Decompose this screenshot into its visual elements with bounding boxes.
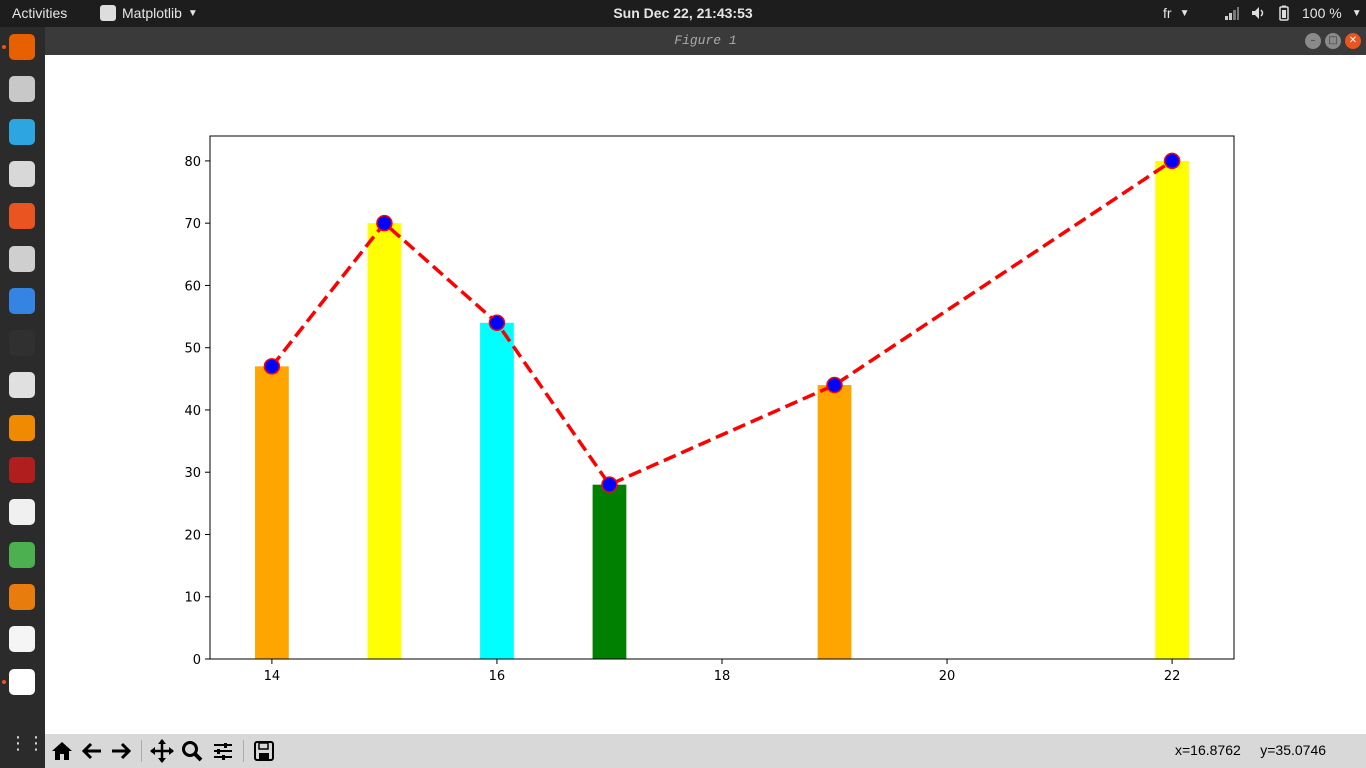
forward-button[interactable] bbox=[108, 738, 134, 764]
save-button[interactable] bbox=[251, 738, 277, 764]
bar-19 bbox=[817, 385, 852, 659]
y-tick-label: 60 bbox=[184, 279, 201, 294]
activities-button[interactable]: Activities bbox=[12, 5, 67, 21]
x-tick-label: 18 bbox=[714, 669, 731, 684]
y-tick-label: 0 bbox=[193, 653, 201, 668]
configure-icon bbox=[214, 743, 232, 760]
battery-percentage: 100 % bbox=[1302, 5, 1342, 21]
volume-icon bbox=[1252, 7, 1264, 19]
configure-subplots-button[interactable] bbox=[210, 738, 236, 764]
y-tick-label: 20 bbox=[184, 528, 201, 543]
show-apps-icon[interactable]: ⋮⋮ bbox=[9, 733, 45, 759]
media-icon[interactable] bbox=[9, 457, 35, 483]
line-point-19 bbox=[826, 376, 843, 394]
x-tick-label: 14 bbox=[264, 669, 281, 684]
x-tick-label: 22 bbox=[1164, 669, 1181, 684]
maximize-button[interactable]: □ bbox=[1325, 33, 1341, 49]
pan-icon bbox=[150, 739, 174, 763]
series-line bbox=[270, 159, 1174, 487]
app-menu-label: Matplotlib bbox=[122, 5, 182, 21]
top-bar: Activities Matplotlib ▼ Sun Dec 22, 21:4… bbox=[0, 0, 1366, 27]
back-icon bbox=[81, 742, 101, 760]
terminal-settings-icon[interactable] bbox=[9, 245, 35, 272]
chevron-down-icon: ▼ bbox=[187, 7, 198, 19]
y-tick-label: 10 bbox=[184, 591, 201, 606]
help-icon[interactable] bbox=[9, 287, 35, 314]
matplotlib-icon[interactable] bbox=[9, 668, 35, 695]
firefox-icon[interactable] bbox=[9, 34, 35, 60]
cursor-x: x=16.8762 bbox=[1175, 742, 1241, 758]
toolbar-separator bbox=[243, 740, 244, 762]
battery-icon bbox=[1279, 5, 1289, 21]
save-icon bbox=[254, 741, 274, 761]
cursor-y: y=35.0746 bbox=[1260, 742, 1327, 758]
clock[interactable]: Sun Dec 22, 21:43:53 bbox=[613, 5, 752, 21]
window-titlebar[interactable]: Figure 1 – □ ✕ bbox=[45, 27, 1366, 55]
language-menu[interactable]: fr ▼ bbox=[1163, 5, 1189, 21]
line-point-16 bbox=[488, 314, 506, 332]
back-button[interactable] bbox=[79, 738, 105, 764]
bar-17 bbox=[592, 484, 627, 659]
blender-icon[interactable] bbox=[9, 583, 35, 610]
vlc-icon[interactable] bbox=[9, 414, 35, 441]
text-editor-icon[interactable] bbox=[9, 626, 35, 653]
clock-container: Sun Dec 22, 21:43:53 bbox=[0, 5, 1366, 21]
home-button[interactable] bbox=[49, 738, 75, 764]
forward-icon bbox=[112, 742, 132, 760]
app-menu[interactable]: Matplotlib ▼ bbox=[100, 5, 198, 21]
line-point-22 bbox=[1163, 152, 1181, 170]
home-icon bbox=[52, 742, 72, 760]
window-title: Figure 1 bbox=[674, 33, 737, 48]
running-indicator bbox=[2, 45, 6, 49]
figure-canvas[interactable]: 0 10 20 30 40 50 60 70 80 14 16 18 20 22 bbox=[45, 55, 1366, 734]
chevron-down-icon: ▼ bbox=[1179, 7, 1190, 19]
pan-button[interactable] bbox=[149, 738, 175, 764]
y-tick-label: 40 bbox=[184, 404, 201, 419]
bar-16 bbox=[480, 322, 514, 659]
software-center-icon[interactable] bbox=[9, 203, 35, 230]
y-tick-label: 80 bbox=[184, 155, 201, 170]
terminal-icon[interactable] bbox=[9, 330, 35, 357]
line-point-17 bbox=[601, 476, 618, 493]
zoom-button[interactable] bbox=[179, 738, 205, 764]
colors-icon[interactable] bbox=[9, 541, 35, 568]
apps-icon[interactable] bbox=[9, 372, 35, 399]
bar-22 bbox=[1155, 160, 1189, 659]
navigation-toolbar: x=16.8762 y=35.0746 bbox=[45, 734, 1366, 768]
dock: ⋮⋮ bbox=[0, 27, 45, 768]
x-tick-label: 16 bbox=[489, 669, 506, 684]
language-label: fr bbox=[1163, 5, 1172, 21]
bar-14 bbox=[255, 366, 289, 659]
matplotlib-app-icon bbox=[100, 5, 116, 21]
line-point-15 bbox=[376, 214, 393, 232]
close-button[interactable]: ✕ bbox=[1345, 33, 1361, 49]
system-tray[interactable]: 100 % ▼ bbox=[1224, 5, 1362, 21]
chevron-down-icon: ▼ bbox=[1351, 7, 1362, 19]
bar-15 bbox=[367, 223, 402, 659]
line-point-14 bbox=[263, 358, 281, 375]
running-indicator bbox=[2, 679, 6, 684]
chart: 0 10 20 30 40 50 60 70 80 14 16 18 20 22 bbox=[184, 135, 1235, 684]
minimize-button[interactable]: – bbox=[1305, 33, 1321, 49]
x-tick-label: 20 bbox=[939, 669, 956, 684]
y-tick-label: 70 bbox=[184, 217, 201, 232]
telegram-icon[interactable] bbox=[9, 118, 35, 145]
y-tick-label: 50 bbox=[184, 342, 201, 357]
editor-icon[interactable] bbox=[9, 499, 35, 526]
toolbar-separator bbox=[141, 740, 142, 762]
cursor-coordinates: x=16.8762 y=35.0746 bbox=[1175, 742, 1326, 758]
files-icon[interactable] bbox=[9, 76, 35, 103]
y-tick-label: 30 bbox=[184, 466, 201, 481]
zoom-icon bbox=[182, 741, 203, 762]
speaker-icon[interactable] bbox=[9, 160, 35, 187]
axes-frame bbox=[209, 135, 1235, 660]
network-icon bbox=[1225, 7, 1239, 20]
